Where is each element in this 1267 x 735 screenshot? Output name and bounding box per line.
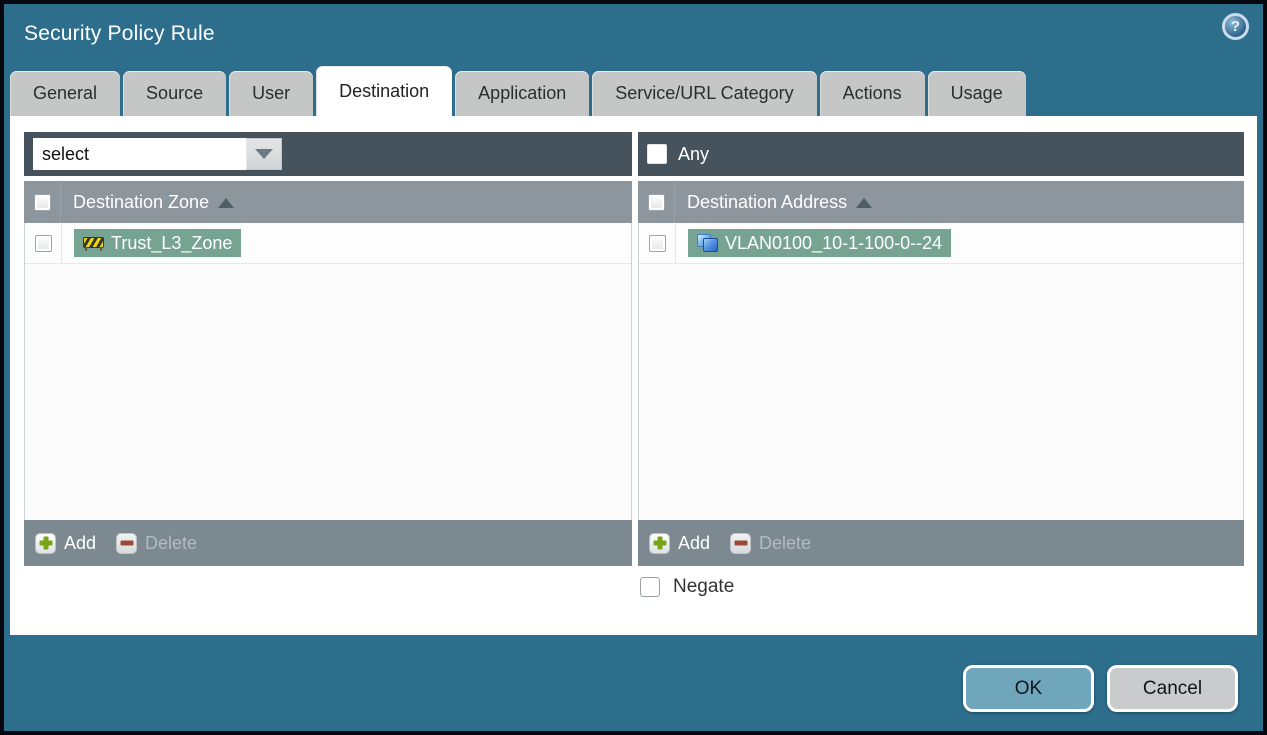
negate-label: Negate bbox=[673, 576, 735, 597]
add-address-label: Add bbox=[678, 532, 711, 553]
security-policy-rule-dialog: Security Policy Rule ? General Source Us… bbox=[4, 4, 1263, 731]
destination-address-column-header[interactable]: Destination Address bbox=[687, 192, 847, 213]
tab-source[interactable]: Source bbox=[123, 71, 227, 116]
destination-zone-column-header[interactable]: Destination Zone bbox=[73, 192, 209, 213]
address-table-body: VLAN0100_10-1-100-0--24 bbox=[638, 223, 1244, 520]
tab-user[interactable]: User bbox=[229, 71, 314, 116]
address-column-header-row: Destination Address bbox=[638, 181, 1244, 223]
address-label: VLAN0100_10-1-100-0--24 bbox=[725, 232, 943, 253]
zone-table-body: Trust_L3_Zone bbox=[24, 223, 632, 520]
zone-column-header-row: Destination Zone bbox=[24, 181, 632, 223]
zone-select-combobox[interactable] bbox=[33, 138, 282, 170]
delete-zone-button[interactable]: Delete bbox=[116, 532, 198, 554]
zone-select-dropdown-button[interactable] bbox=[246, 138, 282, 170]
any-address-checkbox[interactable] bbox=[647, 144, 667, 164]
tab-actions[interactable]: Actions bbox=[819, 71, 925, 116]
address-row-checkbox[interactable] bbox=[648, 234, 666, 252]
zone-label: Trust_L3_Zone bbox=[111, 232, 233, 253]
zone-barrier-icon bbox=[83, 236, 104, 251]
delete-minus-icon bbox=[730, 532, 752, 554]
dialog-title: Security Policy Rule bbox=[24, 22, 215, 45]
zone-row-checkbox-cell bbox=[25, 223, 62, 263]
destination-address-panel: Any Destination Address VLAN0100_10-1-10… bbox=[638, 132, 1244, 566]
chevron-down-icon bbox=[255, 149, 273, 159]
tab-service-url-category[interactable]: Service/URL Category bbox=[592, 71, 817, 116]
address-toolbar: Any bbox=[638, 132, 1244, 176]
sort-ascending-icon bbox=[856, 198, 873, 208]
any-address-label: Any bbox=[678, 143, 710, 164]
delete-address-button[interactable]: Delete bbox=[730, 532, 812, 554]
add-plus-icon bbox=[35, 532, 56, 554]
address-footer-bar: Add Delete bbox=[638, 520, 1244, 566]
add-plus-icon bbox=[649, 532, 670, 554]
add-address-button[interactable]: Add bbox=[649, 532, 711, 554]
negate-option: Negate bbox=[640, 576, 734, 598]
title-bar: Security Policy Rule ? bbox=[4, 4, 1263, 64]
address-chip[interactable]: VLAN0100_10-1-100-0--24 bbox=[688, 229, 952, 257]
help-icon-glyph: ? bbox=[1230, 18, 1241, 35]
help-icon[interactable]: ? bbox=[1222, 13, 1249, 40]
tab-bar: General Source User Destination Applicat… bbox=[10, 64, 1257, 116]
delete-address-label: Delete bbox=[759, 532, 812, 553]
negate-checkbox[interactable] bbox=[640, 577, 660, 597]
tab-destination[interactable]: Destination bbox=[316, 66, 453, 116]
tab-general[interactable]: General bbox=[10, 71, 121, 116]
zone-footer-bar: Add Delete bbox=[24, 520, 632, 566]
add-zone-button[interactable]: Add bbox=[35, 532, 97, 554]
ok-button[interactable]: OK bbox=[963, 665, 1094, 712]
address-header-checkbox-cell bbox=[638, 181, 675, 223]
zone-header-checkbox-cell bbox=[24, 181, 61, 223]
destination-tab-content: Destination Zone Trust_L3_Zone Ad bbox=[10, 116, 1257, 635]
table-row[interactable]: Trust_L3_Zone bbox=[25, 223, 631, 264]
tab-usage[interactable]: Usage bbox=[927, 71, 1026, 116]
sort-ascending-icon bbox=[218, 198, 235, 208]
select-all-zones-checkbox[interactable] bbox=[33, 193, 51, 211]
address-row-checkbox-cell bbox=[639, 223, 676, 263]
zone-select-input[interactable] bbox=[33, 138, 246, 170]
tab-application[interactable]: Application bbox=[455, 71, 590, 116]
table-row[interactable]: VLAN0100_10-1-100-0--24 bbox=[639, 223, 1243, 264]
network-computers-icon bbox=[697, 234, 718, 252]
destination-zone-panel: Destination Zone Trust_L3_Zone Ad bbox=[24, 132, 632, 566]
delete-zone-label: Delete bbox=[145, 532, 198, 553]
select-all-addresses-checkbox[interactable] bbox=[647, 193, 665, 211]
zone-row-checkbox[interactable] bbox=[34, 234, 52, 252]
zone-chip[interactable]: Trust_L3_Zone bbox=[74, 229, 242, 257]
add-zone-label: Add bbox=[64, 532, 97, 553]
zone-toolbar bbox=[24, 132, 632, 176]
cancel-button[interactable]: Cancel bbox=[1107, 665, 1238, 712]
delete-minus-icon bbox=[116, 532, 138, 554]
